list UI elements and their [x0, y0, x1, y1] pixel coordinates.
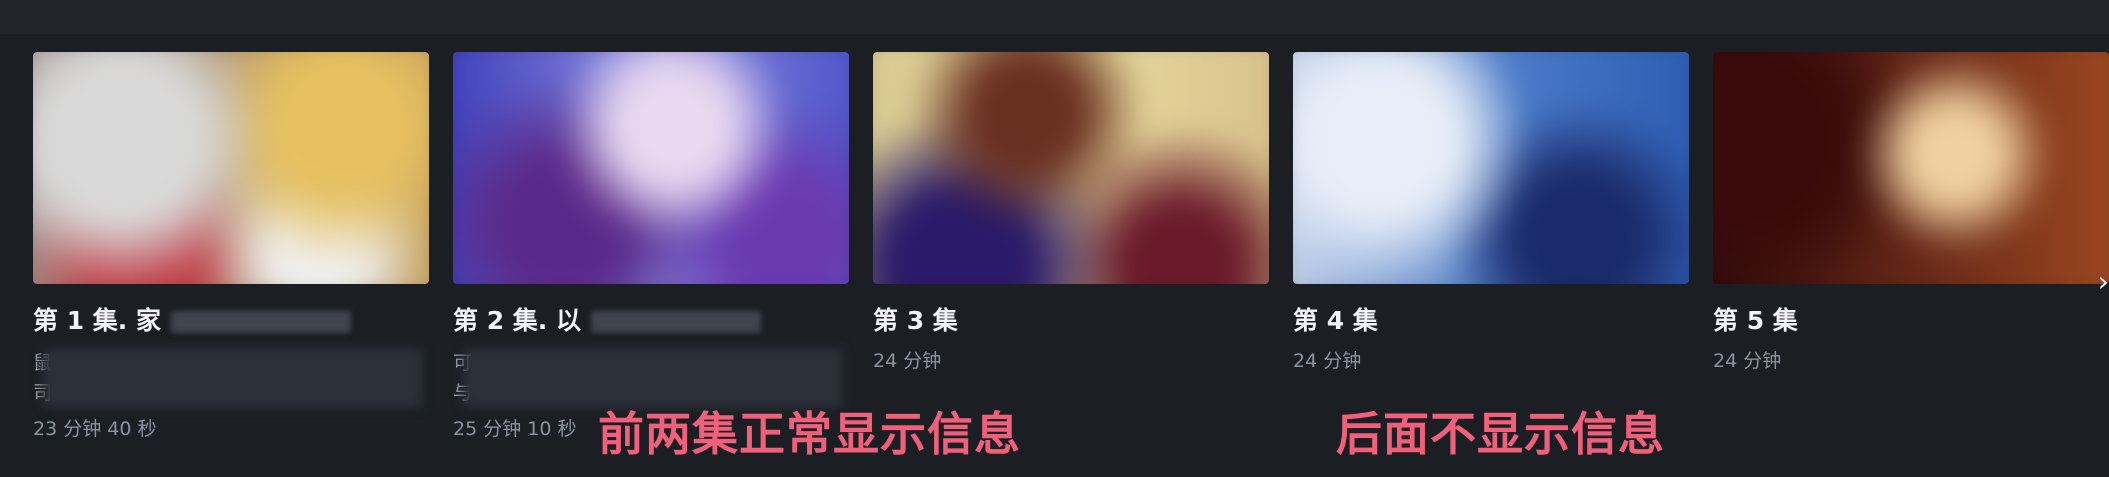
episode-row: 第 1 集. 家 鼠 司 23 分钟 40 秒 第 2 集. 以 可 与 25 … [0, 34, 2109, 477]
episode-card-5[interactable]: 第 5 集 24 分钟 [1713, 52, 2109, 373]
episode-card-1[interactable]: 第 1 集. 家 鼠 司 23 分钟 40 秒 [33, 52, 429, 441]
annotation-left: 前两集正常显示信息 [598, 407, 1021, 461]
episode-duration: 23 分钟 40 秒 [33, 418, 157, 440]
annotation-right: 后面不显示信息 [1336, 407, 1665, 461]
episode-thumbnail[interactable] [33, 52, 429, 284]
episode-card-2[interactable]: 第 2 集. 以 可 与 25 分钟 10 秒 [453, 52, 849, 441]
scroll-right-icon[interactable]: › [2091, 262, 2109, 302]
redacted-title [171, 311, 352, 333]
episode-title[interactable]: 第 2 集. 以 [453, 304, 849, 338]
episode-title-text: 第 2 集. 以 [453, 306, 582, 335]
episode-title-text: 第 1 集. 家 [33, 306, 162, 335]
episode-title[interactable]: 第 3 集 [873, 304, 1269, 338]
episode-duration: 24 分钟 [873, 350, 942, 372]
episode-thumbnail[interactable] [873, 52, 1269, 284]
episode-title[interactable]: 第 4 集 [1293, 304, 1689, 338]
episode-card-4[interactable]: 第 4 集 24 分钟 [1293, 52, 1689, 373]
episode-duration: 24 分钟 [1293, 350, 1362, 372]
episode-duration: 24 分钟 [1713, 350, 1782, 372]
episode-thumbnail[interactable] [453, 52, 849, 284]
redacted-title [591, 311, 762, 333]
top-bar [0, 0, 2109, 34]
episode-title[interactable]: 第 5 集 [1713, 304, 2109, 338]
episode-card-3[interactable]: 第 3 集 24 分钟 [873, 52, 1269, 373]
episode-description: 鼠 司 [33, 348, 429, 408]
episode-thumbnail[interactable] [1713, 52, 2109, 284]
episode-thumbnail[interactable] [1293, 52, 1689, 284]
redacted-description [43, 348, 423, 408]
episode-title[interactable]: 第 1 集. 家 [33, 304, 429, 338]
